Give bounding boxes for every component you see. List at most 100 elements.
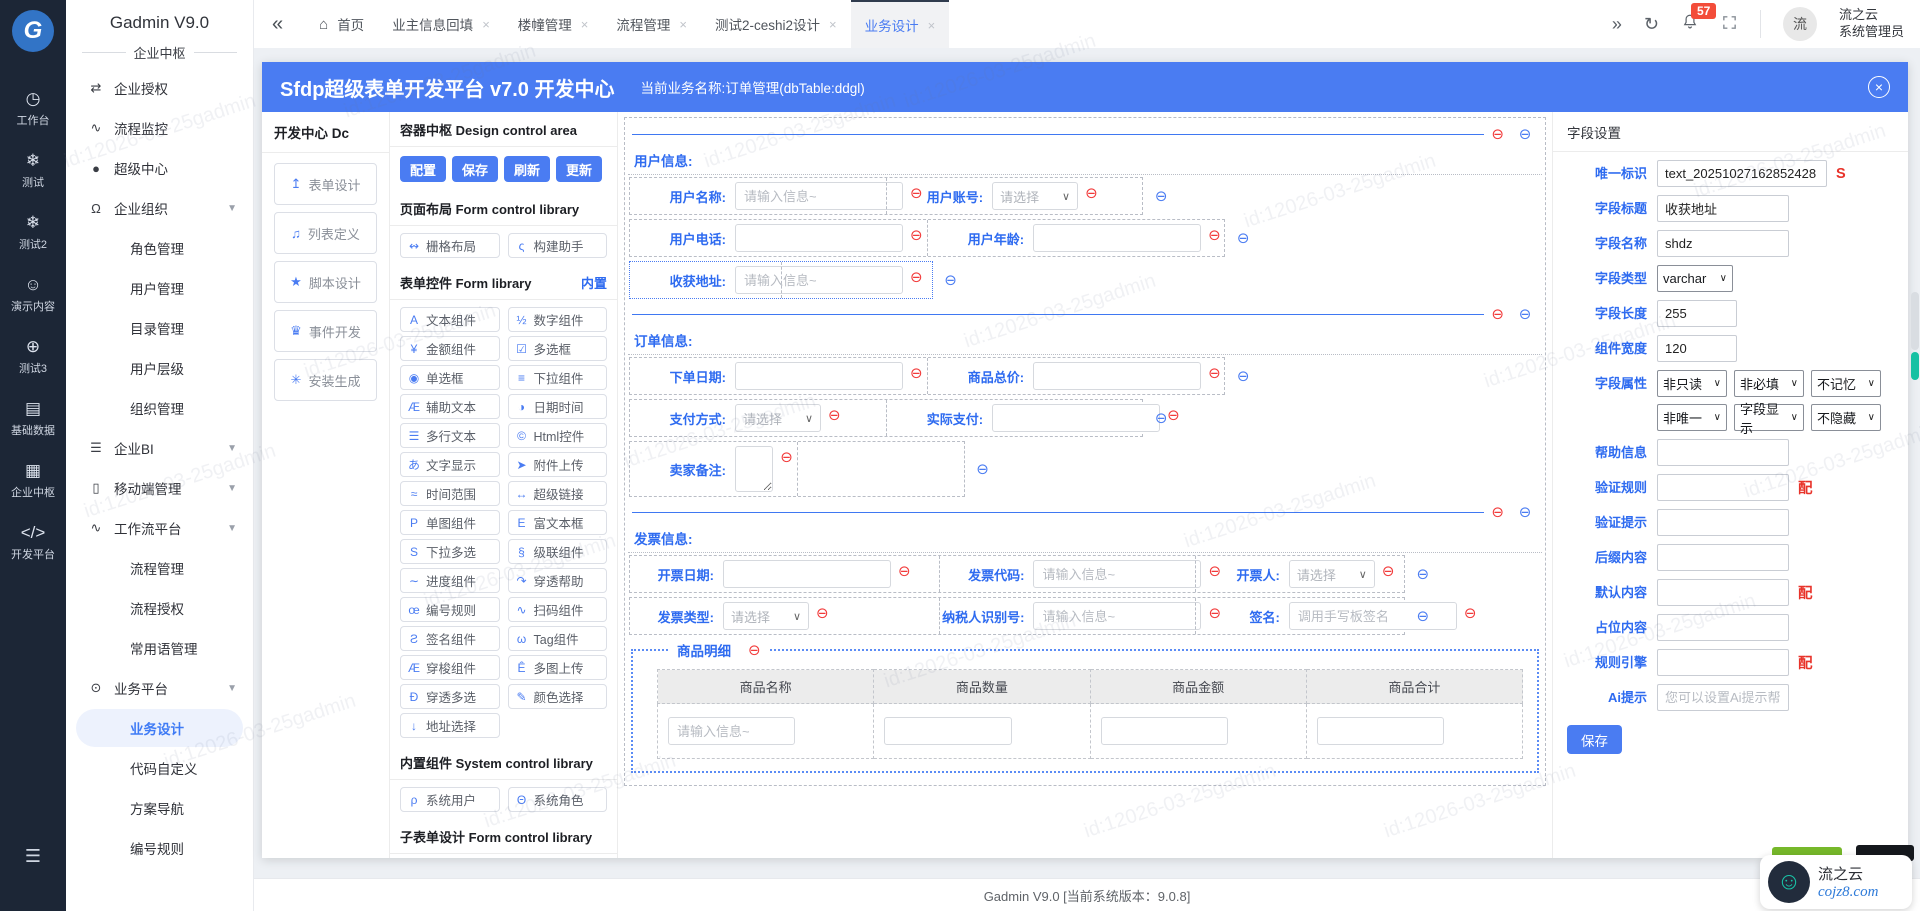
control-扫码组件[interactable]: ∿ 扫码组件 [507,597,607,622]
settings-input-占位内容[interactable] [1657,614,1789,641]
sidebar-item-编号规则[interactable]: 编号规则 [66,828,253,868]
sidebar-item-工作流平台[interactable]: ∿ 工作流平台 ▼ [66,508,253,548]
remove-row-icon[interactable]: ⊖ [1416,607,1429,625]
control-系统用户[interactable]: ρ 系统用户 [400,787,500,812]
attribute-select-字段显示[interactable]: 字段显示 ∨ [1734,402,1804,436]
control-下拉多选[interactable]: S 下拉多选 [400,539,500,564]
dev-button-表单设计[interactable]: ↥ 表单设计 [274,163,377,205]
control-Tag组件[interactable]: ω Tag组件 [507,626,607,651]
control-穿透帮助[interactable]: ↷ 穿透帮助 [507,568,607,593]
field-select[interactable]: 请选择 ∨ [735,404,821,432]
control-进度组件[interactable]: ∼ 进度组件 [400,568,500,593]
sidebar-item-用户管理[interactable]: 用户管理 [66,268,253,308]
control-日期时间[interactable]: ◑ 日期时间 [507,394,607,419]
control-单选框[interactable]: ◉ 单选框 [400,365,500,390]
remove-row-icon[interactable]: ⊖ [1519,305,1532,323]
action-button-更新[interactable]: 更新 [556,156,603,182]
rail-item-4[interactable]: ⊕ 测试3 [19,338,47,376]
control-附件上传[interactable]: ➤ 附件上传 [507,452,607,477]
field-input[interactable] [723,560,891,588]
settings-input-字段长度[interactable] [1657,300,1737,327]
scrollbar-thumb-accent[interactable] [1911,352,1919,380]
control-Html控件[interactable]: © Html控件 [507,423,607,448]
settings-input-字段名称[interactable] [1657,230,1789,257]
control-颜色选择[interactable]: ✎ 颜色选择 [507,684,607,709]
field-input[interactable] [735,182,903,210]
tab-测试2-ceshi2设计[interactable]: 测试2-ceshi2设计 × [701,0,851,48]
settings-input-验证规则[interactable] [1657,474,1789,501]
tab-close-icon[interactable]: × [829,17,837,32]
field-input[interactable] [735,224,903,252]
remove-field-icon[interactable]: ⊖ [910,366,923,381]
attribute-select-不隐藏[interactable]: 不隐藏 ∨ [1811,404,1881,431]
remove-field-icon[interactable]: ⊖ [898,564,911,579]
control-辅助文本[interactable]: Æ 辅助文本 [400,394,500,419]
remove-row-icon[interactable]: ⊖ [1155,187,1168,205]
action-button-刷新[interactable]: 刷新 [504,156,551,182]
field-select[interactable]: 请选择 ∨ [723,602,809,630]
settings-input-规则引擎[interactable] [1657,649,1789,676]
control-文本组件[interactable]: A 文本组件 [400,307,500,332]
remove-row-icon[interactable]: ⊖ [976,460,989,478]
remove-row-icon[interactable]: ⊖ [1519,125,1532,143]
control-单图组件[interactable]: P 单图组件 [400,510,500,535]
control-编号规则[interactable]: œ 编号规则 [400,597,500,622]
dev-button-事件开发[interactable]: ♛ 事件开发 [274,310,377,352]
sidebar-item-流程监控[interactable]: ∿ 流程监控 [66,108,253,148]
tab-close-icon[interactable]: × [581,17,589,32]
remove-row-icon[interactable]: ⊖ [944,271,957,289]
sidebar-item-代码自定义[interactable]: 代码自定义 [66,748,253,788]
settings-input-Ai提示[interactable] [1657,684,1789,711]
control-构建助手[interactable]: ς 构建助手 [507,233,607,258]
settings-input-后缀内容[interactable] [1657,544,1789,571]
field-select[interactable]: 请选择 ∨ [992,182,1079,210]
tab-close-icon[interactable]: × [482,17,490,32]
table-cell-input[interactable] [1316,717,1444,745]
settings-input-字段标题[interactable] [1657,195,1789,222]
close-icon[interactable]: × [1868,76,1890,98]
control-地址选择[interactable]: ↓ 地址选择 [400,713,500,738]
remove-field-icon[interactable]: ⊖ [1208,228,1221,243]
app-logo[interactable]: G [12,10,54,52]
sidebar-item-目录管理[interactable]: 目录管理 [66,308,253,348]
sidebar-item-组织管理[interactable]: 组织管理 [66,388,253,428]
tab-业务设计[interactable]: 业务设计 × [850,0,950,48]
action-button-配置[interactable]: 配置 [400,156,447,182]
attribute-select-不记忆[interactable]: 不记忆 ∨ [1811,370,1881,397]
control-超级链接[interactable]: ↔ 超级链接 [507,481,607,506]
remove-field-icon[interactable]: ⊖ [816,606,829,621]
rail-item-0[interactable]: ◷ 工作台 [17,90,50,128]
tab-业主信息回填[interactable]: 业主信息回填 × [378,0,504,48]
field-input[interactable] [1033,362,1202,390]
control-金额组件[interactable]: ¥ 金额组件 [400,336,500,361]
sidebar-item-企业组织[interactable]: Ω 企业组织 ▼ [66,188,253,228]
user-info[interactable]: 流之云 系统管理员 [1839,7,1904,41]
rail-item-2[interactable]: ❄ 测试2 [19,214,47,252]
field-input[interactable] [1033,224,1202,252]
tab-close-icon[interactable]: × [928,18,936,33]
sidebar-item-业务平台[interactable]: ⊙ 业务平台 ▼ [66,668,253,708]
control-时间范围[interactable]: ≈ 时间范围 [400,481,500,506]
remove-field-icon[interactable]: ⊖ [1464,606,1477,621]
sidebar-item-企业授权[interactable]: ⇄ 企业授权 [66,68,253,108]
control-系统角色[interactable]: Θ 系统角色 [507,787,607,812]
control-多选框[interactable]: ☑ 多选框 [507,336,607,361]
tab-流程管理[interactable]: 流程管理 × [602,0,701,48]
table-cell-input[interactable] [1100,717,1228,745]
settings-input-帮助信息[interactable] [1657,439,1789,466]
field-input[interactable] [1033,560,1202,588]
remove-field-icon[interactable]: ⊖ [1382,564,1395,579]
control-多行文本[interactable]: ☰ 多行文本 [400,423,500,448]
config-link[interactable]: 配 [1798,477,1813,498]
config-link[interactable]: 配 [1798,582,1813,603]
sidebar-item-流程授权[interactable]: 流程授权 [66,588,253,628]
tabs-scroll-right-icon[interactable]: » [1612,15,1622,33]
rail-item-5[interactable]: ▤ 基础数据 [11,400,55,438]
remove-row-icon[interactable]: ⊖ [1237,229,1250,247]
tab-首页[interactable]: ⌂ 首页 [305,0,378,48]
field-textarea[interactable] [735,446,774,492]
control-穿梭组件[interactable]: Æ 穿梭组件 [400,655,500,680]
settings-input-唯一标识[interactable] [1657,160,1827,187]
tabs-scroll-left-icon[interactable]: « [272,13,283,36]
control-文字显示[interactable]: あ文字显示 [400,452,500,477]
